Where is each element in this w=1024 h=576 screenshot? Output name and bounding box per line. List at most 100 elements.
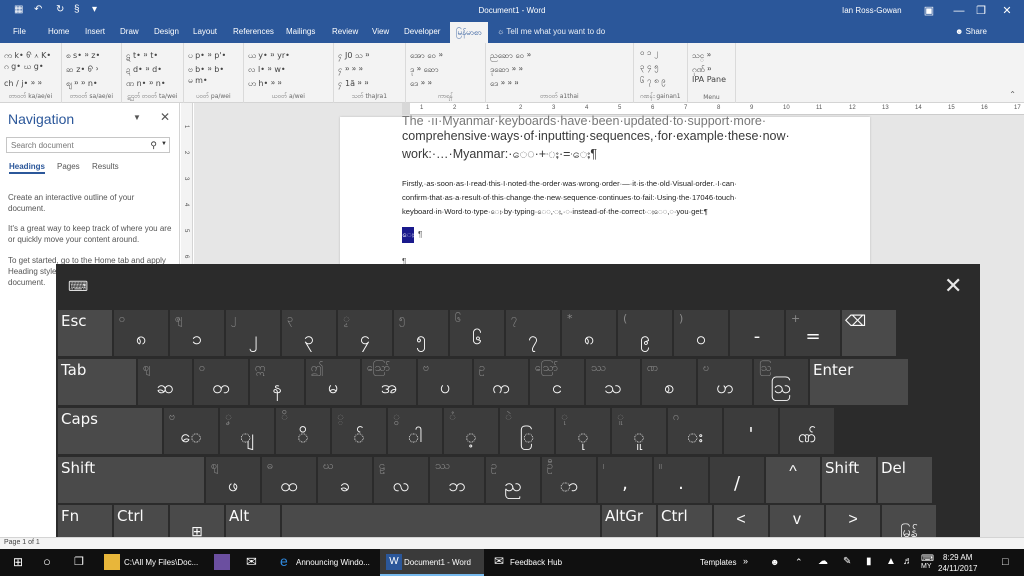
ribbon-display-icon[interactable]: ▣ bbox=[914, 2, 944, 20]
key-character[interactable]: ူူ bbox=[612, 408, 666, 454]
ribbon-row[interactable]: ဆ z• ᠪ ᠈ bbox=[66, 61, 98, 76]
ribbon-row[interactable]: ဍ d• ᠉ d• bbox=[126, 61, 162, 76]
key-character[interactable]: ၅၅ bbox=[394, 310, 448, 356]
key-character[interactable]: ဥက bbox=[474, 359, 528, 405]
ribbon-row[interactable]: ဈ ᠉ ᠉ n• bbox=[66, 75, 98, 90]
key-character[interactable]: ဏစ bbox=[642, 359, 696, 405]
pen-icon[interactable]: ✎ bbox=[843, 556, 851, 567]
taskbar-word[interactable]: W Document1 - Word bbox=[380, 549, 484, 576]
search-icon[interactable]: ⚲ bbox=[150, 140, 157, 151]
ribbon-row[interactable]: ႁ 1ã ᠉ ᠉ bbox=[338, 75, 369, 90]
key-shift[interactable]: Shift bbox=[58, 457, 204, 503]
tab-mailings[interactable]: Mailings bbox=[286, 27, 315, 36]
task-view-button[interactable]: ❐ bbox=[64, 549, 98, 576]
key-shift[interactable]: Shift bbox=[822, 457, 876, 503]
key-character[interactable]: ုု bbox=[556, 408, 610, 454]
ribbon-row[interactable]: ဒု ᠉ ဆော bbox=[410, 61, 439, 76]
key-character[interactable]: + = bbox=[786, 310, 840, 356]
cortana-button[interactable]: ○ bbox=[36, 549, 64, 576]
tab-review[interactable]: Review bbox=[332, 27, 358, 36]
clock[interactable]: 8:29 AM 24/11/2017 bbox=[938, 552, 977, 574]
keyboard-settings-icon[interactable]: ⌨ bbox=[68, 278, 88, 295]
toolbar-expand-icon[interactable]: » bbox=[743, 556, 748, 566]
ribbon-row[interactable]: ဂုဏ် ᠉ bbox=[692, 61, 711, 76]
key-character[interactable]: ဗေ bbox=[164, 408, 218, 454]
key-character[interactable]: ဗပ bbox=[418, 359, 472, 405]
key-character[interactable]: ဈဖ bbox=[206, 457, 260, 503]
heading-line[interactable]: work:·…·Myanmar:·ေ◌·+·ႈ·=·ေႈ¶ bbox=[402, 146, 802, 163]
search-input[interactable]: Search document ⚲ ▼ bbox=[6, 137, 170, 153]
key-character[interactable]: ံ့ bbox=[444, 408, 498, 454]
page-count[interactable]: Page 1 of 1 bbox=[4, 539, 40, 546]
key-character[interactable]: ဈဆ bbox=[138, 359, 192, 405]
ribbon-row[interactable]: ၀ ၁ ၂ bbox=[640, 47, 658, 59]
key-character[interactable]: - bbox=[730, 310, 784, 356]
key-enter[interactable]: Enter bbox=[810, 359, 908, 405]
people-icon[interactable]: ☻ bbox=[770, 557, 779, 567]
key-character[interactable]: ဓထ bbox=[262, 457, 316, 503]
key-character[interactable]: ္် bbox=[332, 408, 386, 454]
key-escape[interactable]: Esc bbox=[58, 310, 112, 356]
nav-tab-pages[interactable]: Pages bbox=[57, 162, 80, 171]
chevron-down-icon[interactable]: ▼ bbox=[133, 113, 141, 122]
tab-myanmar[interactable]: မြန်မာစာ bbox=[450, 22, 488, 43]
ribbon-row[interactable]: ဒေ ᠉ ᠉ ᠉ bbox=[490, 75, 519, 90]
key-character[interactable]: ) ၀ bbox=[674, 310, 728, 356]
key-delete[interactable]: Del bbox=[878, 457, 932, 503]
ribbon-row[interactable]: ယ y• ᠉ yr• bbox=[248, 47, 290, 62]
tab-design[interactable]: Design bbox=[154, 27, 179, 36]
key-arrow[interactable]: ^ bbox=[766, 457, 820, 503]
ribbon-row[interactable]: ဏ n• ᠉ n• bbox=[126, 75, 166, 90]
key-tab[interactable]: Tab bbox=[58, 359, 136, 405]
key-character[interactable]: ဪင bbox=[530, 359, 584, 405]
key-character[interactable]: ၃၃ bbox=[282, 310, 336, 356]
tab-view[interactable]: View bbox=[372, 27, 389, 36]
key-character[interactable]: ဎဟ bbox=[698, 359, 752, 405]
start-button[interactable]: ⊞ bbox=[0, 549, 36, 576]
key-character[interactable]: ဩဩ bbox=[754, 359, 808, 405]
tab-insert[interactable]: Insert bbox=[85, 27, 105, 36]
key-character[interactable]: ၞျ bbox=[220, 408, 274, 454]
key-character[interactable]: ဥည bbox=[486, 457, 540, 503]
ribbon-row[interactable]: ဒုဆော ᠉ ᠉ bbox=[490, 61, 523, 76]
key-character[interactable]: ၛၥ bbox=[170, 310, 224, 356]
user-name[interactable]: Ian Ross-Gowan bbox=[842, 6, 902, 15]
wifi-icon[interactable]: ▲ bbox=[886, 556, 896, 567]
input-language[interactable]: MY bbox=[921, 563, 932, 570]
key-character[interactable]: ၟ၄ bbox=[338, 310, 392, 356]
taskbar-mail[interactable]: ✉ bbox=[238, 549, 272, 576]
dropdown-icon[interactable]: ▼ bbox=[161, 141, 167, 147]
ribbon-row[interactable]: ႁ ᠉ ᠉ ᠉ bbox=[338, 61, 363, 76]
ribbon-row[interactable]: ch / j• ᠉ ᠉ bbox=[4, 75, 42, 89]
ribbon-row[interactable]: ဋ t• ᠉ t• bbox=[126, 47, 158, 62]
selected-text[interactable]: ေႈ bbox=[402, 227, 414, 243]
key-character[interactable]: ဪအ bbox=[362, 359, 416, 405]
nav-tab-results[interactable]: Results bbox=[92, 162, 119, 171]
ribbon-row[interactable]: ႁ J0 သ ᠉ bbox=[338, 47, 370, 62]
key-character[interactable]: ဃခ bbox=[318, 457, 372, 503]
show-hidden-icons[interactable]: ⌃ bbox=[795, 557, 803, 568]
key-character[interactable]: ဦာ bbox=[542, 457, 596, 503]
key-character[interactable]: ဠလ bbox=[374, 457, 428, 503]
key-character[interactable]: ဲြ bbox=[500, 408, 554, 454]
nav-tab-headings[interactable]: Headings bbox=[9, 162, 46, 174]
key-character[interactable]: ဂး bbox=[668, 408, 722, 454]
key-character[interactable]: ၊, bbox=[598, 457, 652, 503]
taskbar-edge[interactable]: e Announcing Windo... bbox=[274, 549, 378, 576]
ribbon-row[interactable]: ဗ b• ᠉ b• bbox=[188, 61, 224, 76]
ribbon-row[interactable]: အော ဝေ ᠉ bbox=[410, 47, 443, 62]
key-backspace[interactable]: ⌫ bbox=[842, 310, 896, 356]
tell-me-box[interactable]: ☼ Tell me what you want to do bbox=[497, 27, 605, 36]
key-character[interactable]: ဤမ bbox=[306, 359, 360, 405]
taskbar-feedback[interactable]: ✉ Feedback Hub bbox=[486, 549, 576, 576]
key-caps[interactable]: Caps bbox=[58, 408, 162, 454]
key-character[interactable]: ဏ် bbox=[780, 408, 834, 454]
taskbar-app[interactable] bbox=[208, 549, 236, 576]
key-character[interactable]: ၀၈ bbox=[114, 310, 168, 356]
ribbon-row[interactable]: စ s• ᠉ z• bbox=[66, 47, 100, 62]
tab-references[interactable]: References bbox=[233, 27, 274, 36]
tab-file[interactable]: File bbox=[13, 27, 26, 36]
close-icon[interactable]: ✕ bbox=[160, 110, 170, 124]
key-character[interactable]: ဣန bbox=[250, 359, 304, 405]
key-character[interactable]: ဝတ bbox=[194, 359, 248, 405]
